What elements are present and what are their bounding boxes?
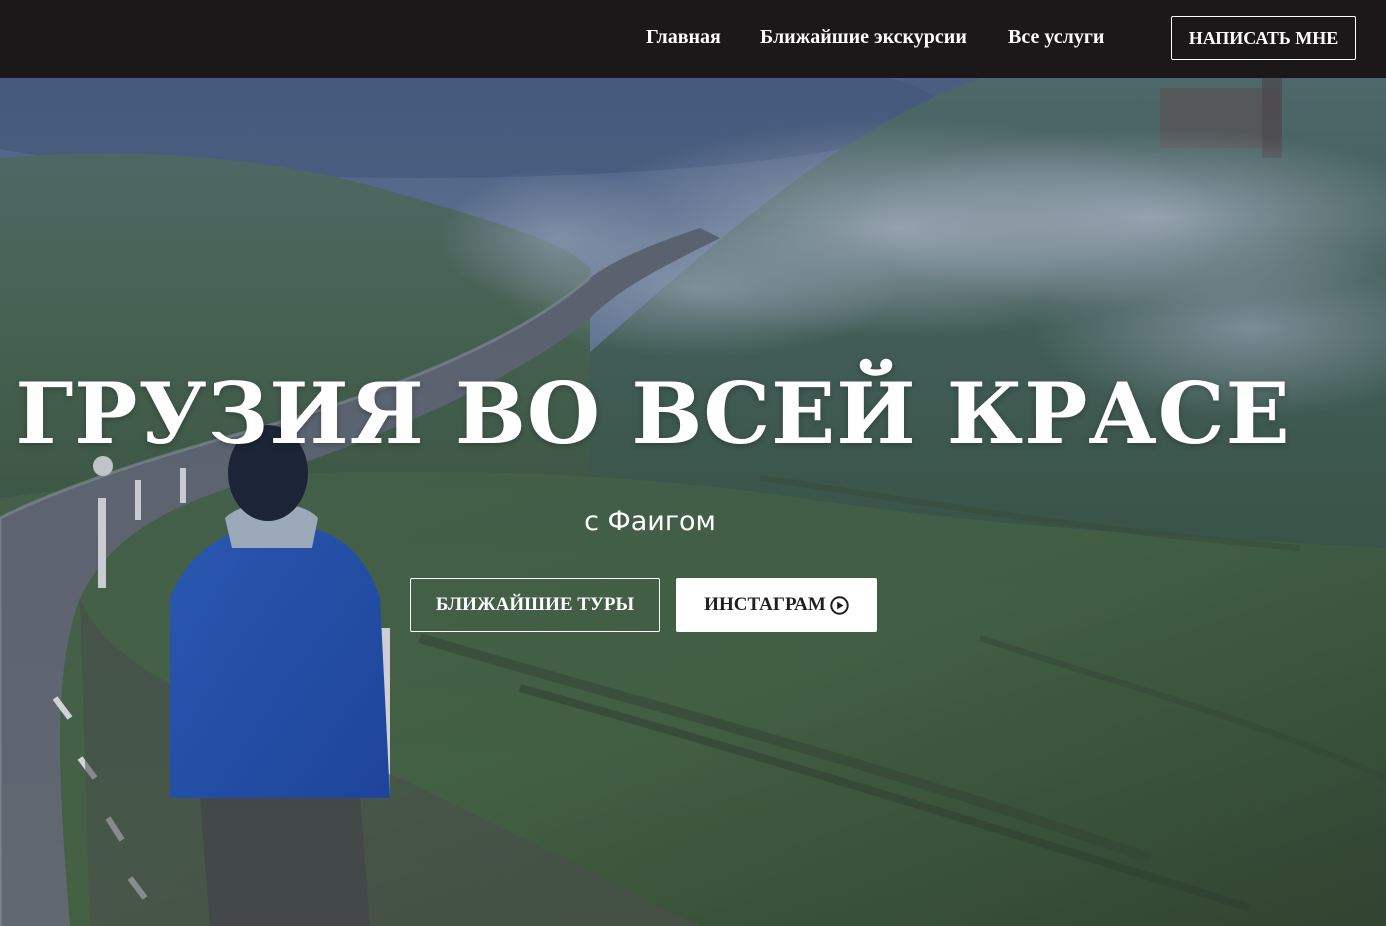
hero-section: ГРУЗИЯ ВО ВСЕЙ КРАСЕ с Фаигом БЛИЖАЙШИЕ … [0,78,1386,926]
nearest-tours-label: БЛИЖАЙШИЕ ТУРЫ [435,594,635,615]
nearest-tours-button[interactable]: БЛИЖАЙШИЕ ТУРЫ [410,578,660,632]
top-navbar: Главная Ближайшие экскурсии Все услуги Н… [0,0,1386,78]
instagram-button[interactable]: ИНСТАГРАМ [676,578,877,632]
nav-link-excursions[interactable]: Ближайшие экскурсии [760,24,967,50]
hero-subtitle: с Фаигом [584,506,716,537]
nav-link-services[interactable]: Все услуги [1008,24,1104,50]
instagram-label: ИНСТАГРАМ [704,594,826,615]
hero-title: ГРУЗИЯ ВО ВСЕЙ КРАСЕ [15,364,1291,463]
nav-link-home[interactable]: Главная [646,24,721,50]
write-me-button[interactable]: НАПИСАТЬ МНЕ [1171,16,1356,60]
play-circle-icon [830,595,849,615]
